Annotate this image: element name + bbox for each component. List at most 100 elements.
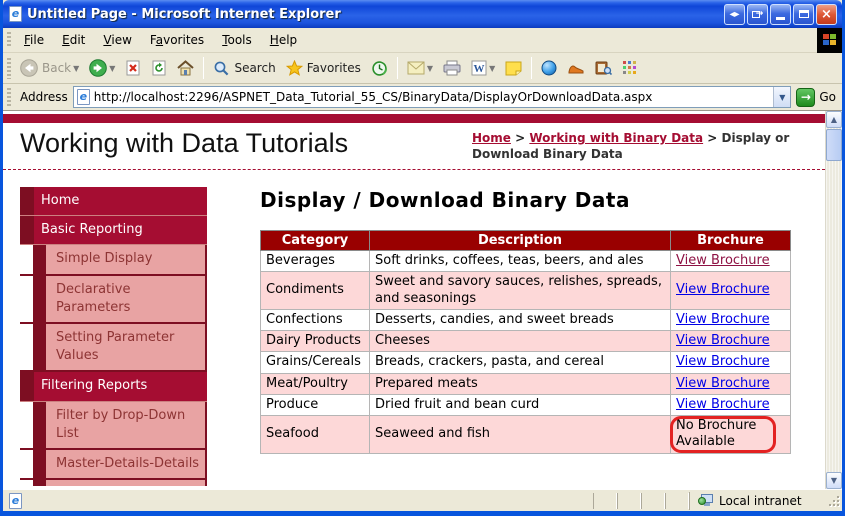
breadcrumb-link[interactable]: Working with Binary Data <box>529 131 703 145</box>
notes-button[interactable] <box>500 57 527 79</box>
windows-logo-icon <box>817 28 842 53</box>
web-page: Working with Data Tutorials Home > Worki… <box>3 111 825 489</box>
page-header: Working with Data Tutorials Home > Worki… <box>3 123 825 169</box>
maximize-button[interactable] <box>793 4 814 25</box>
toolbar-grip[interactable] <box>7 32 11 49</box>
category-cell: Beverages <box>261 251 370 272</box>
view-brochure-link[interactable]: View Brochure <box>676 253 770 268</box>
go-button[interactable]: → Go <box>796 88 836 107</box>
scrollbar-track[interactable] <box>826 161 842 472</box>
pixel-grid-button[interactable] <box>617 57 643 79</box>
refresh-button[interactable] <box>146 57 172 79</box>
toolbar-separator <box>203 57 204 79</box>
vertical-scrollbar[interactable]: ▲ ▼ <box>825 111 842 489</box>
sidebar-item-basic-reporting[interactable]: Basic Reporting <box>20 216 207 245</box>
address-url[interactable]: http://localhost:2296/ASPNET_Data_Tutori… <box>94 90 774 104</box>
mail-envelope-icon <box>407 61 425 75</box>
status-bar: e Local intranet <box>3 489 842 511</box>
sidebar-item-label: Setting Parameter Values <box>33 324 207 370</box>
description-cell: Breads, crackers, pasta, and cereal <box>370 352 671 373</box>
menu-item-tools[interactable]: Tools <box>213 30 261 50</box>
word-icon: W <box>471 60 487 76</box>
back-button[interactable]: Back ▼ <box>15 56 84 80</box>
go-arrow-icon: → <box>796 88 815 107</box>
sidebar-item-setting-parameter-values[interactable]: Setting Parameter Values <box>20 324 207 372</box>
mail-dropdown-icon[interactable]: ▼ <box>427 64 433 73</box>
research-button[interactable] <box>590 57 617 79</box>
stop-button[interactable] <box>120 57 146 79</box>
messenger-sphere-icon <box>541 60 557 76</box>
column-header-brochure: Brochure <box>671 231 791 251</box>
sidebar-item-filter-by-drop-down-list[interactable]: Filter by Drop-Down List <box>20 402 207 450</box>
categories-table: CategoryDescriptionBrochure BeveragesSof… <box>260 230 791 454</box>
messenger-button[interactable] <box>536 57 562 79</box>
column-header-category: Category <box>261 231 370 251</box>
title-bar[interactable]: e Untitled Page - Microsoft Internet Exp… <box>3 0 842 28</box>
breadcrumb-link[interactable]: Home <box>472 131 511 145</box>
toolbar-grip[interactable] <box>7 88 11 106</box>
table-row: SeafoodSeaweed and fishNo Brochure Avail… <box>261 416 791 454</box>
back-label: Back <box>42 61 71 75</box>
research-book-icon <box>595 60 612 76</box>
forward-button[interactable]: ▼ <box>84 56 120 80</box>
menu-item-view[interactable]: View <box>94 30 141 50</box>
scroll-down-icon[interactable]: ▼ <box>826 472 842 489</box>
address-label: Address <box>20 90 68 104</box>
forward-dropdown-icon[interactable]: ▼ <box>109 64 115 73</box>
search-button[interactable]: Search <box>208 57 280 80</box>
edit-dropdown-icon[interactable]: ▼ <box>489 64 495 73</box>
menu-item-file[interactable]: File <box>15 30 53 50</box>
minimize-button[interactable] <box>770 4 791 25</box>
security-zone-pane: Local intranet <box>689 492 824 510</box>
no-brochure-text: No Brochure Available <box>676 418 756 449</box>
window-context-button[interactable]: ◂▸ <box>724 4 745 25</box>
view-brochure-link[interactable]: View Brochure <box>676 397 770 412</box>
shopping-button[interactable] <box>562 58 590 78</box>
sidebar-item-filtering-reports[interactable]: Filtering Reports <box>20 372 207 401</box>
address-input[interactable]: e http://localhost:2296/ASPNET_Data_Tuto… <box>73 86 792 108</box>
sidebar-item-label: Filtering Reports <box>34 372 207 400</box>
security-zone-label: Local intranet <box>719 494 802 508</box>
ie-page-icon: e <box>9 6 22 22</box>
edit-word-button[interactable]: W ▼ <box>466 57 500 79</box>
favorites-button[interactable]: Favorites <box>281 57 366 79</box>
page-title: Display / Download Binary Data <box>260 188 791 212</box>
menu-item-favorites[interactable]: Favorites <box>141 30 213 50</box>
table-row: Meat/PoultryPrepared meatsView Brochure <box>261 373 791 394</box>
back-dropdown-icon[interactable]: ▼ <box>73 64 79 73</box>
scroll-up-icon[interactable]: ▲ <box>826 111 842 128</box>
shoe-icon <box>567 61 585 75</box>
back-arrow-icon <box>20 59 38 77</box>
view-brochure-link[interactable]: View Brochure <box>676 354 770 369</box>
view-brochure-link[interactable]: View Brochure <box>676 376 770 391</box>
table-header-row: CategoryDescriptionBrochure <box>261 231 791 251</box>
history-button[interactable] <box>366 57 393 80</box>
category-cell: Grains/Cereals <box>261 352 370 373</box>
view-brochure-link[interactable]: View Brochure <box>676 333 770 348</box>
close-button[interactable]: × <box>816 4 837 25</box>
refresh-icon <box>151 60 167 76</box>
sidebar-item-home[interactable]: Home <box>20 187 207 216</box>
sidebar-item-simple-display[interactable]: Simple Display <box>20 245 207 275</box>
category-cell: Seafood <box>261 416 370 454</box>
toolbar-grip[interactable] <box>7 58 11 79</box>
brochure-cell: View Brochure <box>671 251 791 272</box>
mail-button[interactable]: ▼ <box>402 58 438 78</box>
page-top-red-bar <box>3 114 825 123</box>
sidebar-item-declarative-parameters[interactable]: Declarative Parameters <box>20 276 207 324</box>
table-row: ConfectionsDesserts, candies, and sweet … <box>261 309 791 330</box>
address-dropdown-icon[interactable]: ▼ <box>773 87 790 107</box>
view-brochure-link[interactable]: View Brochure <box>676 312 770 327</box>
view-brochure-link[interactable]: View Brochure <box>676 282 770 297</box>
table-row: CondimentsSweet and savory sauces, relis… <box>261 272 791 310</box>
window-detach-button[interactable]: → <box>747 4 768 25</box>
status-left-pane: e <box>9 493 593 509</box>
window-resize-grip[interactable] <box>827 494 840 507</box>
sidebar-item-master-details-details[interactable]: Master-Details-Details <box>20 450 207 480</box>
print-button[interactable] <box>438 57 466 79</box>
home-button[interactable] <box>172 57 199 79</box>
menu-item-help[interactable]: Help <box>261 30 306 50</box>
category-cell: Confections <box>261 309 370 330</box>
menu-item-edit[interactable]: Edit <box>53 30 94 50</box>
scrollbar-thumb[interactable] <box>826 129 842 161</box>
